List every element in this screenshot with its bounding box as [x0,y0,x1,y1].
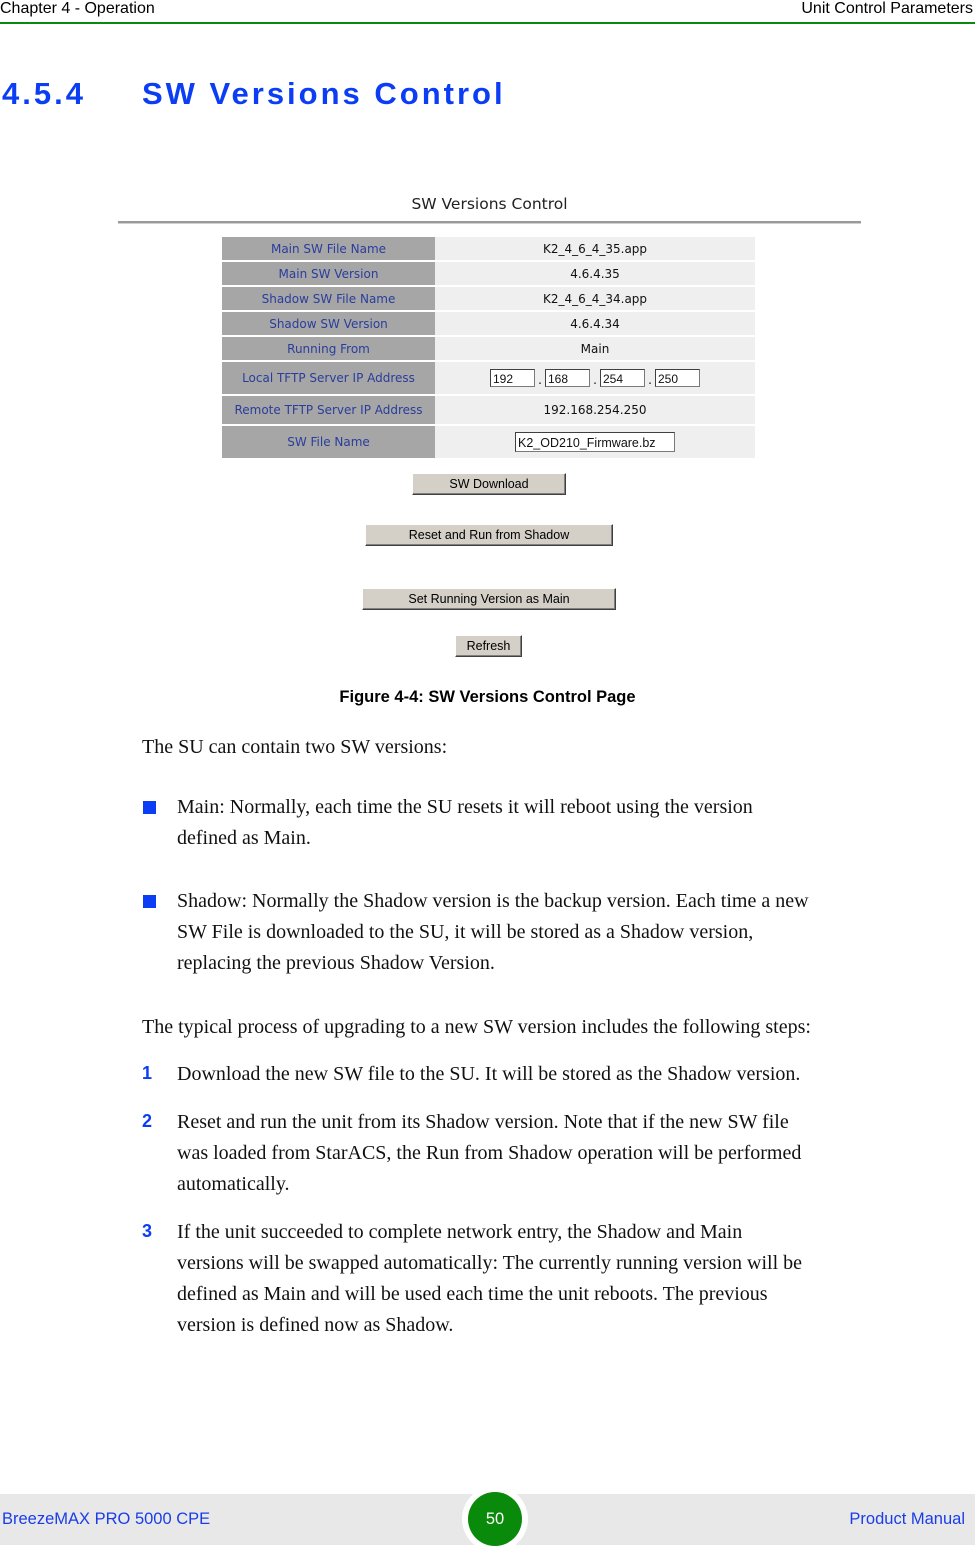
document-type: Product Manual [849,1510,965,1528]
step-line: If the unit succeeded to complete networ… [177,1221,743,1243]
running-from-value: Main [435,337,755,360]
table-row: Main SW Version 4.6.4.35 [222,262,755,285]
sw-versions-table: Main SW File Name K2_4_6_4_35.app Main S… [222,235,755,460]
table-row: Running From Main [222,337,755,360]
figure-panel-header: SW Versions Control [118,190,861,224]
figure-caption: Figure 4-4: SW Versions Control Page [339,688,636,706]
bullet-square-icon [143,895,156,908]
panel-divider [118,221,861,224]
chapter-title: Chapter 4 - Operation [0,0,155,17]
bullet-item: Main: Normally, each time the SU resets … [177,792,753,854]
step-item: Reset and run the unit from its Shadow v… [177,1107,801,1200]
page-header: Chapter 4 - Operation Unit Control Param… [0,0,975,24]
table-row: SW File Name K2_OD210_Firmware.bz [222,426,755,458]
sw-file-name-input[interactable]: K2_OD210_Firmware.bz [515,432,675,452]
steps-intro-paragraph: The typical process of upgrading to a ne… [142,1016,811,1038]
step-line: automatically. [177,1173,290,1195]
main-sw-file-name-value: K2_4_6_4_35.app [435,237,755,260]
intro-paragraph: The SU can contain two SW versions: [142,736,448,758]
step-line: versions will be swapped automatically: … [177,1252,803,1274]
bullet-square-icon [143,801,156,814]
step-line: Reset and run the unit from its Shadow v… [177,1111,789,1133]
step-number: 3 [142,1221,153,1241]
row-label: Shadow SW File Name [222,287,435,310]
step-number: 1 [142,1063,153,1083]
shadow-sw-version-value: 4.6.4.34 [435,312,755,335]
section-title: SW Versions Control [142,76,506,111]
ip-octet-4-input[interactable]: 250 [655,369,700,387]
row-label: SW File Name [222,426,435,458]
local-tftp-ip-field: 192. 168. 254. 250 [435,362,755,394]
table-row: Shadow SW Version 4.6.4.34 [222,312,755,335]
step-line: was loaded from StarACS, the Run from Sh… [177,1142,802,1164]
table-row: Remote TFTP Server IP Address 192.168.25… [222,396,755,424]
step-number: 2 [142,1111,153,1131]
bullet-line: replacing the previous Shadow Version. [177,952,495,974]
row-label: Shadow SW Version [222,312,435,335]
section-running-title: Unit Control Parameters [801,0,973,17]
step-item: Download the new SW file to the SU. It w… [177,1059,800,1090]
shadow-sw-file-name-value: K2_4_6_4_34.app [435,287,755,310]
row-label: Remote TFTP Server IP Address [222,396,435,424]
bullet-line: SW File is downloaded to the SU, it will… [177,921,754,943]
ip-dot: . [538,373,542,387]
panel-title: SW Versions Control [411,195,568,213]
sw-file-name-field: K2_OD210_Firmware.bz [435,426,755,458]
bullet-line: Main: Normally, each time the SU resets … [177,796,753,818]
page-number-badge: 50 [462,1486,528,1552]
page-footer: BreezeMAX PRO 5000 CPE 50 Product Manual [0,1486,975,1552]
row-label: Main SW File Name [222,237,435,260]
bullet-line: Shadow: Normally the Shadow version is t… [177,890,809,912]
page-number: 50 [468,1492,522,1546]
table-row: Main SW File Name K2_4_6_4_35.app [222,237,755,260]
section-heading: 4.5.4 SW Versions Control [2,76,506,112]
step-item: If the unit succeeded to complete networ… [177,1217,802,1341]
bullet-line: defined as Main. [177,827,311,849]
ip-dot: . [648,373,652,387]
bullet-item: Shadow: Normally the Shadow version is t… [177,886,809,979]
sw-download-button[interactable]: SW Download [412,473,566,495]
ip-octet-2-input[interactable]: 168 [545,369,590,387]
step-line: version is defined now as Shadow. [177,1314,454,1336]
row-label: Running From [222,337,435,360]
section-number: 4.5.4 [2,76,86,111]
reset-run-from-shadow-button[interactable]: Reset and Run from Shadow [365,524,613,546]
ip-octet-3-input[interactable]: 254 [600,369,645,387]
refresh-button[interactable]: Refresh [455,635,522,657]
ip-octet-1-input[interactable]: 192 [490,369,535,387]
table-row: Shadow SW File Name K2_4_6_4_34.app [222,287,755,310]
product-name: BreezeMAX PRO 5000 CPE [2,1510,211,1528]
step-line: defined as Main and will be used each ti… [177,1283,768,1305]
remote-tftp-ip-value: 192.168.254.250 [435,396,755,424]
row-label: Local TFTP Server IP Address [222,362,435,394]
ip-dot: . [593,373,597,387]
set-running-version-main-button[interactable]: Set Running Version as Main [362,588,616,610]
row-label: Main SW Version [222,262,435,285]
table-row: Local TFTP Server IP Address 192. 168. 254… [222,362,755,394]
step-line: Download the new SW file to the SU. It w… [177,1063,801,1085]
main-sw-version-value: 4.6.4.35 [435,262,755,285]
